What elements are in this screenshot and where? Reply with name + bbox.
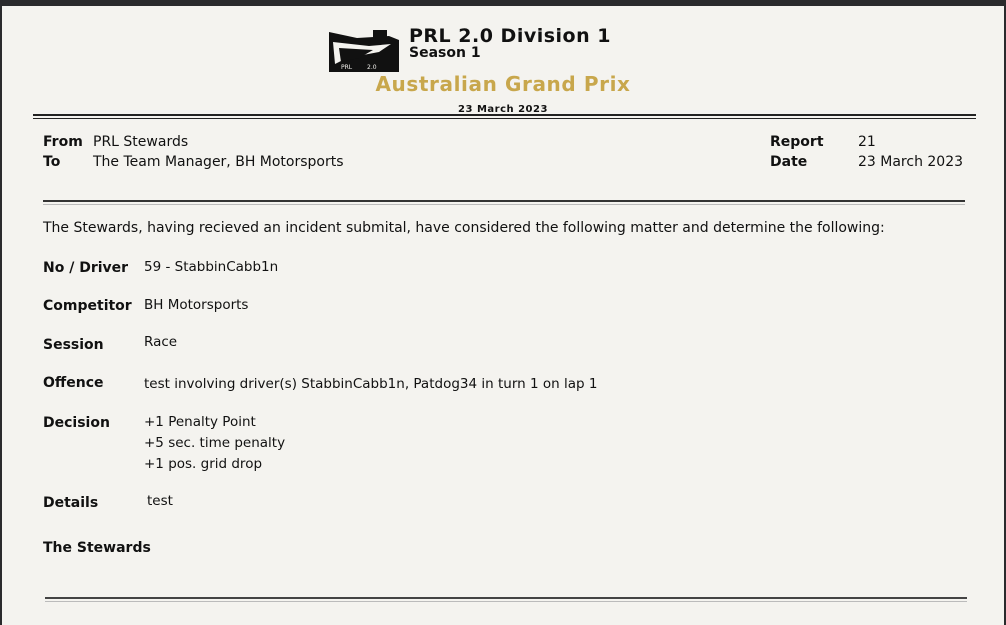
report-number: 21: [858, 134, 876, 150]
svg-text:2.0: 2.0: [367, 64, 377, 71]
decision-item: +5 sec. time penalty: [144, 435, 286, 451]
to-value: The Team Manager, BH Motorsports: [93, 154, 344, 170]
driver-label: No / Driver: [43, 260, 129, 276]
decision-values: +1 Penalty Point +5 sec. time penalty +1…: [144, 412, 285, 475]
report-label: Report: [770, 134, 824, 150]
to-label: To: [43, 154, 61, 170]
session-label: Session: [43, 337, 104, 353]
date-row: Date 23 March 2023: [770, 153, 963, 171]
session-value: Race: [144, 334, 178, 350]
competitor-value: BH Motorsports: [144, 297, 249, 313]
intro-text: The Stewards, having recieved an inciden…: [43, 220, 885, 236]
from-value: PRL Stewards: [93, 134, 189, 150]
details-label: Details: [43, 495, 99, 511]
from-row: From PRL Stewards: [43, 133, 188, 151]
decision-item: +1 Penalty Point: [144, 414, 256, 430]
season-label: Season 1: [409, 45, 481, 61]
stewards-signature: The Stewards: [43, 540, 151, 556]
date-value: 23 March 2023: [858, 154, 964, 170]
decision-label: Decision: [43, 415, 110, 431]
decision-item: +1 pos. grid drop: [144, 456, 263, 472]
from-label: From: [43, 134, 83, 150]
header-divider: [33, 114, 976, 116]
report-row: Report 21: [770, 133, 876, 151]
document-page: PRL 2.0 PRL 2.0 Division 1 Season 1 Aust…: [2, 6, 1004, 625]
driver-value: 59 - StabbinCabb1n: [144, 259, 279, 275]
event-name: Australian Grand Prix: [375, 72, 631, 96]
header-divider-thin: [33, 118, 976, 119]
footer-divider-thin: [45, 601, 967, 602]
championship-title: PRL 2.0 Division 1: [409, 25, 611, 47]
title-block: PRL 2.0 Division 1 Season 1: [409, 26, 611, 61]
offence-value: test involving driver(s) StabbinCabb1n, …: [144, 376, 598, 392]
footer-divider: [45, 597, 967, 599]
prl-logo: PRL 2.0: [329, 28, 399, 73]
document-header: PRL 2.0 PRL 2.0 Division 1 Season 1 Aust…: [2, 20, 1004, 115]
date-label: Date: [770, 154, 808, 170]
details-value: test: [147, 493, 173, 509]
meta-divider: [43, 200, 965, 202]
to-row: To The Team Manager, BH Motorsports: [43, 153, 344, 171]
offence-label: Offence: [43, 375, 104, 391]
svg-text:PRL: PRL: [341, 64, 353, 71]
competitor-label: Competitor: [43, 298, 132, 314]
meta-divider-thin: [43, 204, 965, 205]
